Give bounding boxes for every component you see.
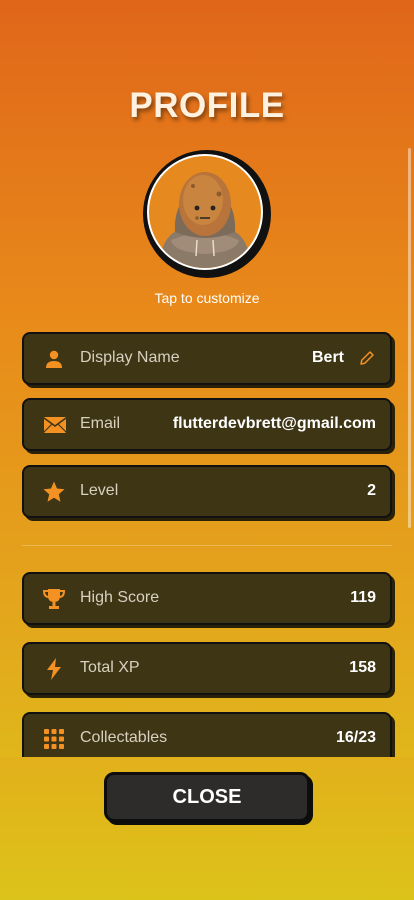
display-name-value: Bert	[311, 349, 344, 366]
collectables-label: Collectables	[80, 729, 168, 746]
high-score-row: High Score 119	[22, 572, 392, 625]
grid-icon	[44, 729, 64, 749]
total-xp-row: Total XP 158	[22, 642, 392, 695]
collectables-value: 16/23	[335, 729, 376, 746]
page-title: PROFILE	[129, 86, 285, 125]
level-value: 2	[367, 482, 376, 499]
scrollbar[interactable]	[408, 148, 411, 528]
star-icon	[43, 481, 65, 502]
customize-hint[interactable]: Tap to customize	[0, 290, 414, 306]
trophy-icon	[42, 589, 66, 609]
high-score-value: 119	[350, 589, 376, 606]
person-icon	[46, 350, 62, 368]
level-label: Level	[80, 482, 119, 499]
high-score-label: High Score	[80, 589, 160, 606]
total-xp-label: Total XP	[80, 659, 140, 676]
envelope-icon	[43, 417, 67, 433]
section-divider	[22, 545, 392, 546]
total-xp-value: 158	[349, 659, 376, 676]
lightning-icon	[47, 658, 61, 680]
display-name-row[interactable]: Display Name Bert	[22, 332, 392, 385]
display-name-label: Display Name	[80, 349, 180, 366]
email-value: flutterdevbrett@gmail.com	[172, 415, 376, 432]
email-row: Email flutterdevbrett@gmail.com	[22, 398, 392, 451]
level-row: Level 2	[22, 465, 392, 518]
email-label: Email	[80, 415, 121, 432]
close-button[interactable]: CLOSE	[104, 772, 310, 822]
avatar-button[interactable]	[143, 150, 271, 278]
pencil-icon[interactable]	[358, 349, 376, 367]
potato-avatar-icon	[147, 154, 263, 270]
